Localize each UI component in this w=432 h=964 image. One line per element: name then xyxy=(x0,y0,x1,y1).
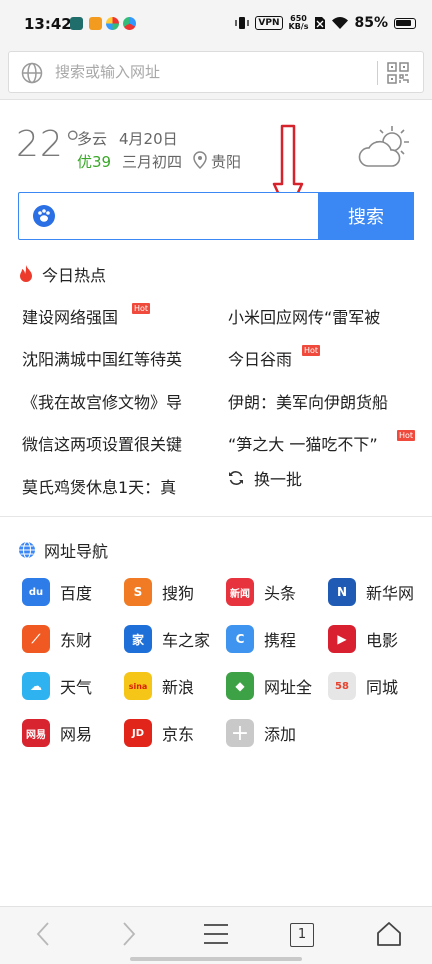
section-divider xyxy=(0,516,432,517)
temperature: 22° xyxy=(16,124,83,165)
address-bar-area xyxy=(0,48,432,100)
hot-section-title: 今日热点 xyxy=(18,262,106,286)
hot-item[interactable]: “笋之大 一猫吃不下” xyxy=(228,431,378,455)
location-pin-icon xyxy=(193,151,207,169)
weather-widget[interactable]: 22° 多云 4月20日 优39 三月初四 贵阳 xyxy=(0,118,432,178)
hot-item[interactable]: 今日谷雨 xyxy=(228,346,292,370)
nav-item-jd[interactable]: JD 京东 xyxy=(124,719,194,747)
refresh-button[interactable]: 换一批 xyxy=(228,466,302,490)
hot-item[interactable]: 小米回应网传“雷军被 xyxy=(228,304,380,328)
battery-icon xyxy=(394,17,416,29)
forward-icon[interactable] xyxy=(120,921,138,947)
nav-item-weather[interactable]: ☁ 天气 xyxy=(22,672,92,700)
dongcai-icon: ⟋ xyxy=(22,625,50,653)
menu-icon[interactable] xyxy=(202,921,230,947)
nav-item-dongcai[interactable]: ⟋ 东财 xyxy=(22,625,92,653)
site-directory-icon: ◆ xyxy=(226,672,254,700)
home-icon[interactable] xyxy=(376,921,402,947)
hot-badge: Hot xyxy=(397,430,416,441)
nav-item-autohome[interactable]: 家车之家 xyxy=(124,625,210,653)
hot-badge: Hot xyxy=(302,345,321,356)
weather-icon: ☁ xyxy=(22,672,50,700)
nav-item-58tongcheng[interactable]: 58 同城 xyxy=(328,672,398,700)
movie-icon: ▶ xyxy=(328,625,356,653)
status-bar: 13:42 VPN 650 KB/s 85% xyxy=(0,0,432,48)
cloudy-sun-icon xyxy=(358,126,409,167)
refresh-icon xyxy=(229,471,243,485)
nav-item-baidu[interactable]: du 百度 xyxy=(22,578,92,606)
nav-item-sogou[interactable]: S 搜狗 xyxy=(124,578,194,606)
hot-item[interactable]: 伊朗：美军向伊朗货船 xyxy=(228,389,388,413)
notification-app-icon xyxy=(70,17,83,30)
sogou-icon: S xyxy=(124,578,152,606)
home-indicator xyxy=(130,957,302,961)
flame-icon xyxy=(20,265,32,282)
tabs-button[interactable]: 1 xyxy=(290,923,314,947)
notification-app-icon xyxy=(123,17,136,30)
plus-icon: + xyxy=(226,719,254,747)
city: 贵阳 xyxy=(211,153,242,171)
search-input[interactable] xyxy=(67,203,307,229)
nav-item-ctrip[interactable]: C 携程 xyxy=(226,625,296,653)
nav-section-title: 网址导航 xyxy=(18,538,108,562)
vibrate-icon xyxy=(235,17,250,29)
bottom-toolbar: 1 xyxy=(0,906,432,964)
address-bar[interactable] xyxy=(8,51,424,93)
nav-item-toutiao[interactable]: 新闻 头条 xyxy=(226,578,296,606)
weather-condition: 多云 xyxy=(77,130,108,148)
sina-icon: sina xyxy=(124,672,152,700)
weather-date: 4月20日 xyxy=(119,130,178,148)
qr-scan-icon[interactable] xyxy=(387,62,409,84)
notification-app-icon xyxy=(89,17,102,30)
globe-icon xyxy=(19,541,35,559)
clock: 13:42 xyxy=(24,15,72,33)
xinhua-icon: N xyxy=(328,578,356,606)
address-input[interactable] xyxy=(55,59,355,85)
nav-item-xinhua[interactable]: N 新华网 xyxy=(328,578,414,606)
hot-badge: Hot xyxy=(132,303,151,314)
lunar-date: 三月初四 xyxy=(122,153,183,171)
hot-item[interactable]: 建设网络强国 xyxy=(22,304,118,328)
autohome-icon: 家 xyxy=(124,625,152,653)
vpn-badge: VPN xyxy=(255,16,283,30)
sim-off-icon xyxy=(315,17,326,29)
search-button[interactable]: 搜索 xyxy=(318,192,414,240)
notification-app-icon xyxy=(106,17,119,30)
ctrip-icon: C xyxy=(226,625,254,653)
nav-item-add[interactable]: + 添加 xyxy=(226,719,296,747)
hot-item[interactable]: 莫氏鸡煲休息1天：真 xyxy=(22,474,176,498)
baidu-icon: du xyxy=(22,578,50,606)
air-quality: 优39 xyxy=(77,153,112,171)
globe-icon xyxy=(21,62,43,84)
netease-icon: 网易 xyxy=(22,719,50,747)
status-indicators: VPN 650 KB/s 85% xyxy=(235,15,416,31)
back-icon[interactable] xyxy=(34,921,52,947)
wifi-icon xyxy=(332,16,349,29)
search-box[interactable]: 搜索 xyxy=(18,192,414,240)
toutiao-icon: 新闻 xyxy=(226,578,254,606)
hot-item[interactable]: 微信这两项设置很关键 xyxy=(22,431,182,455)
nav-item-site-directory[interactable]: ◆ 网址全 xyxy=(226,672,312,700)
nav-item-netease[interactable]: 网易 网易 xyxy=(22,719,92,747)
jd-icon: JD xyxy=(124,719,152,747)
baidu-paw-icon xyxy=(33,205,55,227)
58-icon: 58 xyxy=(328,672,356,700)
hot-item[interactable]: 《我在故宫修文物》导 xyxy=(22,389,182,413)
network-speed: 650 KB/s xyxy=(288,14,309,31)
nav-item-sina[interactable]: sina 新浪 xyxy=(124,672,194,700)
battery-percent: 85% xyxy=(354,15,388,31)
hot-item[interactable]: 沈阳满城中国红等待英 xyxy=(22,346,182,370)
address-divider xyxy=(377,61,378,85)
nav-item-movie[interactable]: ▶ 电影 xyxy=(328,625,398,653)
